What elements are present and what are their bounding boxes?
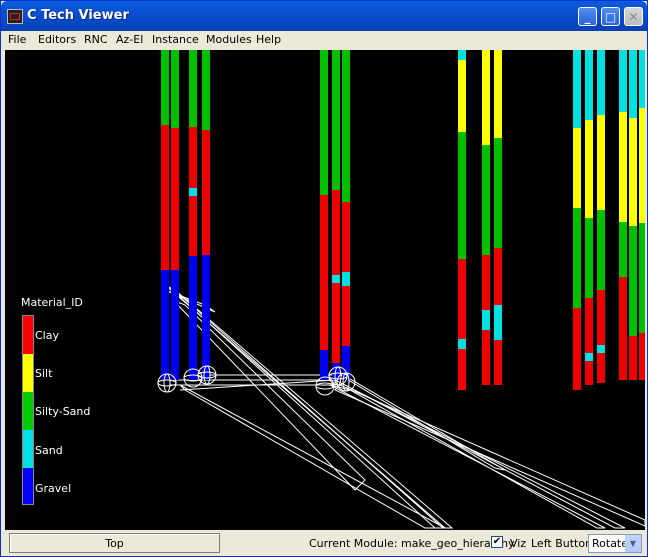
legend-label-silt: Silt [35,367,53,380]
menu-modules[interactable]: Modules [206,33,252,46]
app-icon [7,9,23,24]
viz-label: Viz [510,537,527,550]
legend-label-gravel: Gravel [35,482,72,495]
minimize-button[interactable]: _ [578,7,597,26]
borehole-scene [157,50,645,529]
menu-editors[interactable]: Editors [38,33,76,46]
borehole-group-4 [573,50,645,390]
menu-instance[interactable]: Instance [152,33,199,46]
borehole-group-1 [161,50,210,380]
legend-label-sand: Sand [35,444,63,457]
title-bar[interactable]: C Tech Viewer _ □ ✕ [1,1,647,31]
app-window: C Tech Viewer _ □ ✕ File Editors RNC Az-… [0,0,648,557]
menu-file[interactable]: File [8,33,26,46]
status-bar: Top Current Module: make_geo_hierarchy ✔… [2,531,647,556]
close-button[interactable]: ✕ [624,7,643,26]
borehole-group-2 [320,50,350,380]
mouse-mode-value: Rotate [592,537,629,550]
menu-az-el[interactable]: Az-El [116,33,143,46]
menu-bar: File Editors RNC Az-El Instance Modules … [2,31,647,50]
viz-checkbox[interactable]: ✔ [491,536,503,548]
maximize-button[interactable]: □ [601,7,620,26]
legend-title: Material_ID [21,296,83,309]
window-title: C Tech Viewer [27,8,129,23]
menu-rnc[interactable]: RNC [84,33,108,46]
menu-help[interactable]: Help [256,33,281,46]
borehole-group-3 [458,50,502,390]
chevron-down-icon[interactable]: ▼ [625,535,641,552]
legend-label-clay: Clay [35,329,59,342]
top-view-button[interactable]: Top [9,533,220,553]
current-module-label: Current Module: make_geo_hierarchy [309,537,515,550]
mouse-mode-select[interactable]: Rotate ▼ [588,534,642,553]
3d-viewport[interactable]: Material_ID Clay Silt Silty-Sand Sand Gr… [5,50,645,530]
legend-label-silty-sand: Silty-Sand [35,405,91,418]
legend-color-bar [22,315,34,505]
left-button-label: Left Button [531,537,593,550]
